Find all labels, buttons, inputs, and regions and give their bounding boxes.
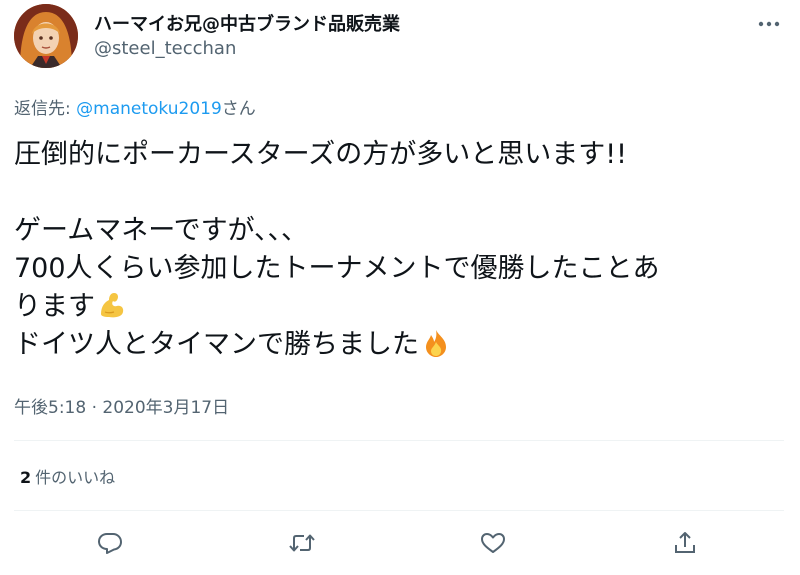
tweet-line: 圧倒的にポーカースターズの方が多いと思います!! xyxy=(14,139,627,170)
more-icon xyxy=(758,21,780,27)
fire-emoji-icon xyxy=(426,330,446,357)
retweet-button[interactable] xyxy=(287,528,317,558)
tweet-text: 圧倒的にポーカースターズの方が多いと思います!! ゲームマネーですが、、、 70… xyxy=(14,136,784,364)
tweet-line-text: ドイツ人とタイマンで勝ちました xyxy=(14,329,419,360)
tweet-line: 700人くらい参加したトーナメントで優勝したことあ xyxy=(14,253,660,284)
heart-icon xyxy=(481,533,505,553)
likes-summary[interactable]: 2 件のいいね xyxy=(20,464,115,488)
divider xyxy=(14,440,784,441)
tweet-line: ゲームマネーですが、、、 xyxy=(14,215,309,246)
reply-suffix: さん xyxy=(221,99,256,119)
tweet-timestamp[interactable]: 午後5:18 · 2020年3月17日 xyxy=(14,393,229,418)
share-icon xyxy=(675,532,695,553)
avatar-image xyxy=(14,4,78,68)
reply-prefix: 返信先: xyxy=(14,99,77,119)
user-handle[interactable]: @steel_tecchan xyxy=(94,38,236,59)
reply-to-line: 返信先: @manetoku2019さん xyxy=(14,94,256,119)
likes-label: 件のいいね xyxy=(35,468,116,487)
share-button[interactable] xyxy=(670,528,700,558)
retweet-icon xyxy=(289,534,315,552)
tweet-line-text: ります xyxy=(14,291,95,322)
flexed-biceps-emoji-icon xyxy=(101,293,124,318)
likes-count: 2 xyxy=(20,468,32,487)
reply-icon xyxy=(98,533,122,554)
tweet-line-with-emoji: ドイツ人とタイマンで勝ちました xyxy=(14,326,784,364)
divider xyxy=(14,510,784,511)
more-options-button[interactable] xyxy=(756,14,782,34)
reply-mention-link[interactable]: @manetoku2019 xyxy=(76,99,222,119)
tweet: ハーマイお兄@中古ブランド品販売業 @steel_tecchan 返信先: @m… xyxy=(0,0,800,575)
avatar[interactable] xyxy=(14,4,78,68)
like-button[interactable] xyxy=(478,528,508,558)
reply-button[interactable] xyxy=(95,528,125,558)
display-name[interactable]: ハーマイお兄@中古ブランド品販売業 xyxy=(94,10,400,36)
tweet-line-with-emoji: ります xyxy=(14,288,784,326)
